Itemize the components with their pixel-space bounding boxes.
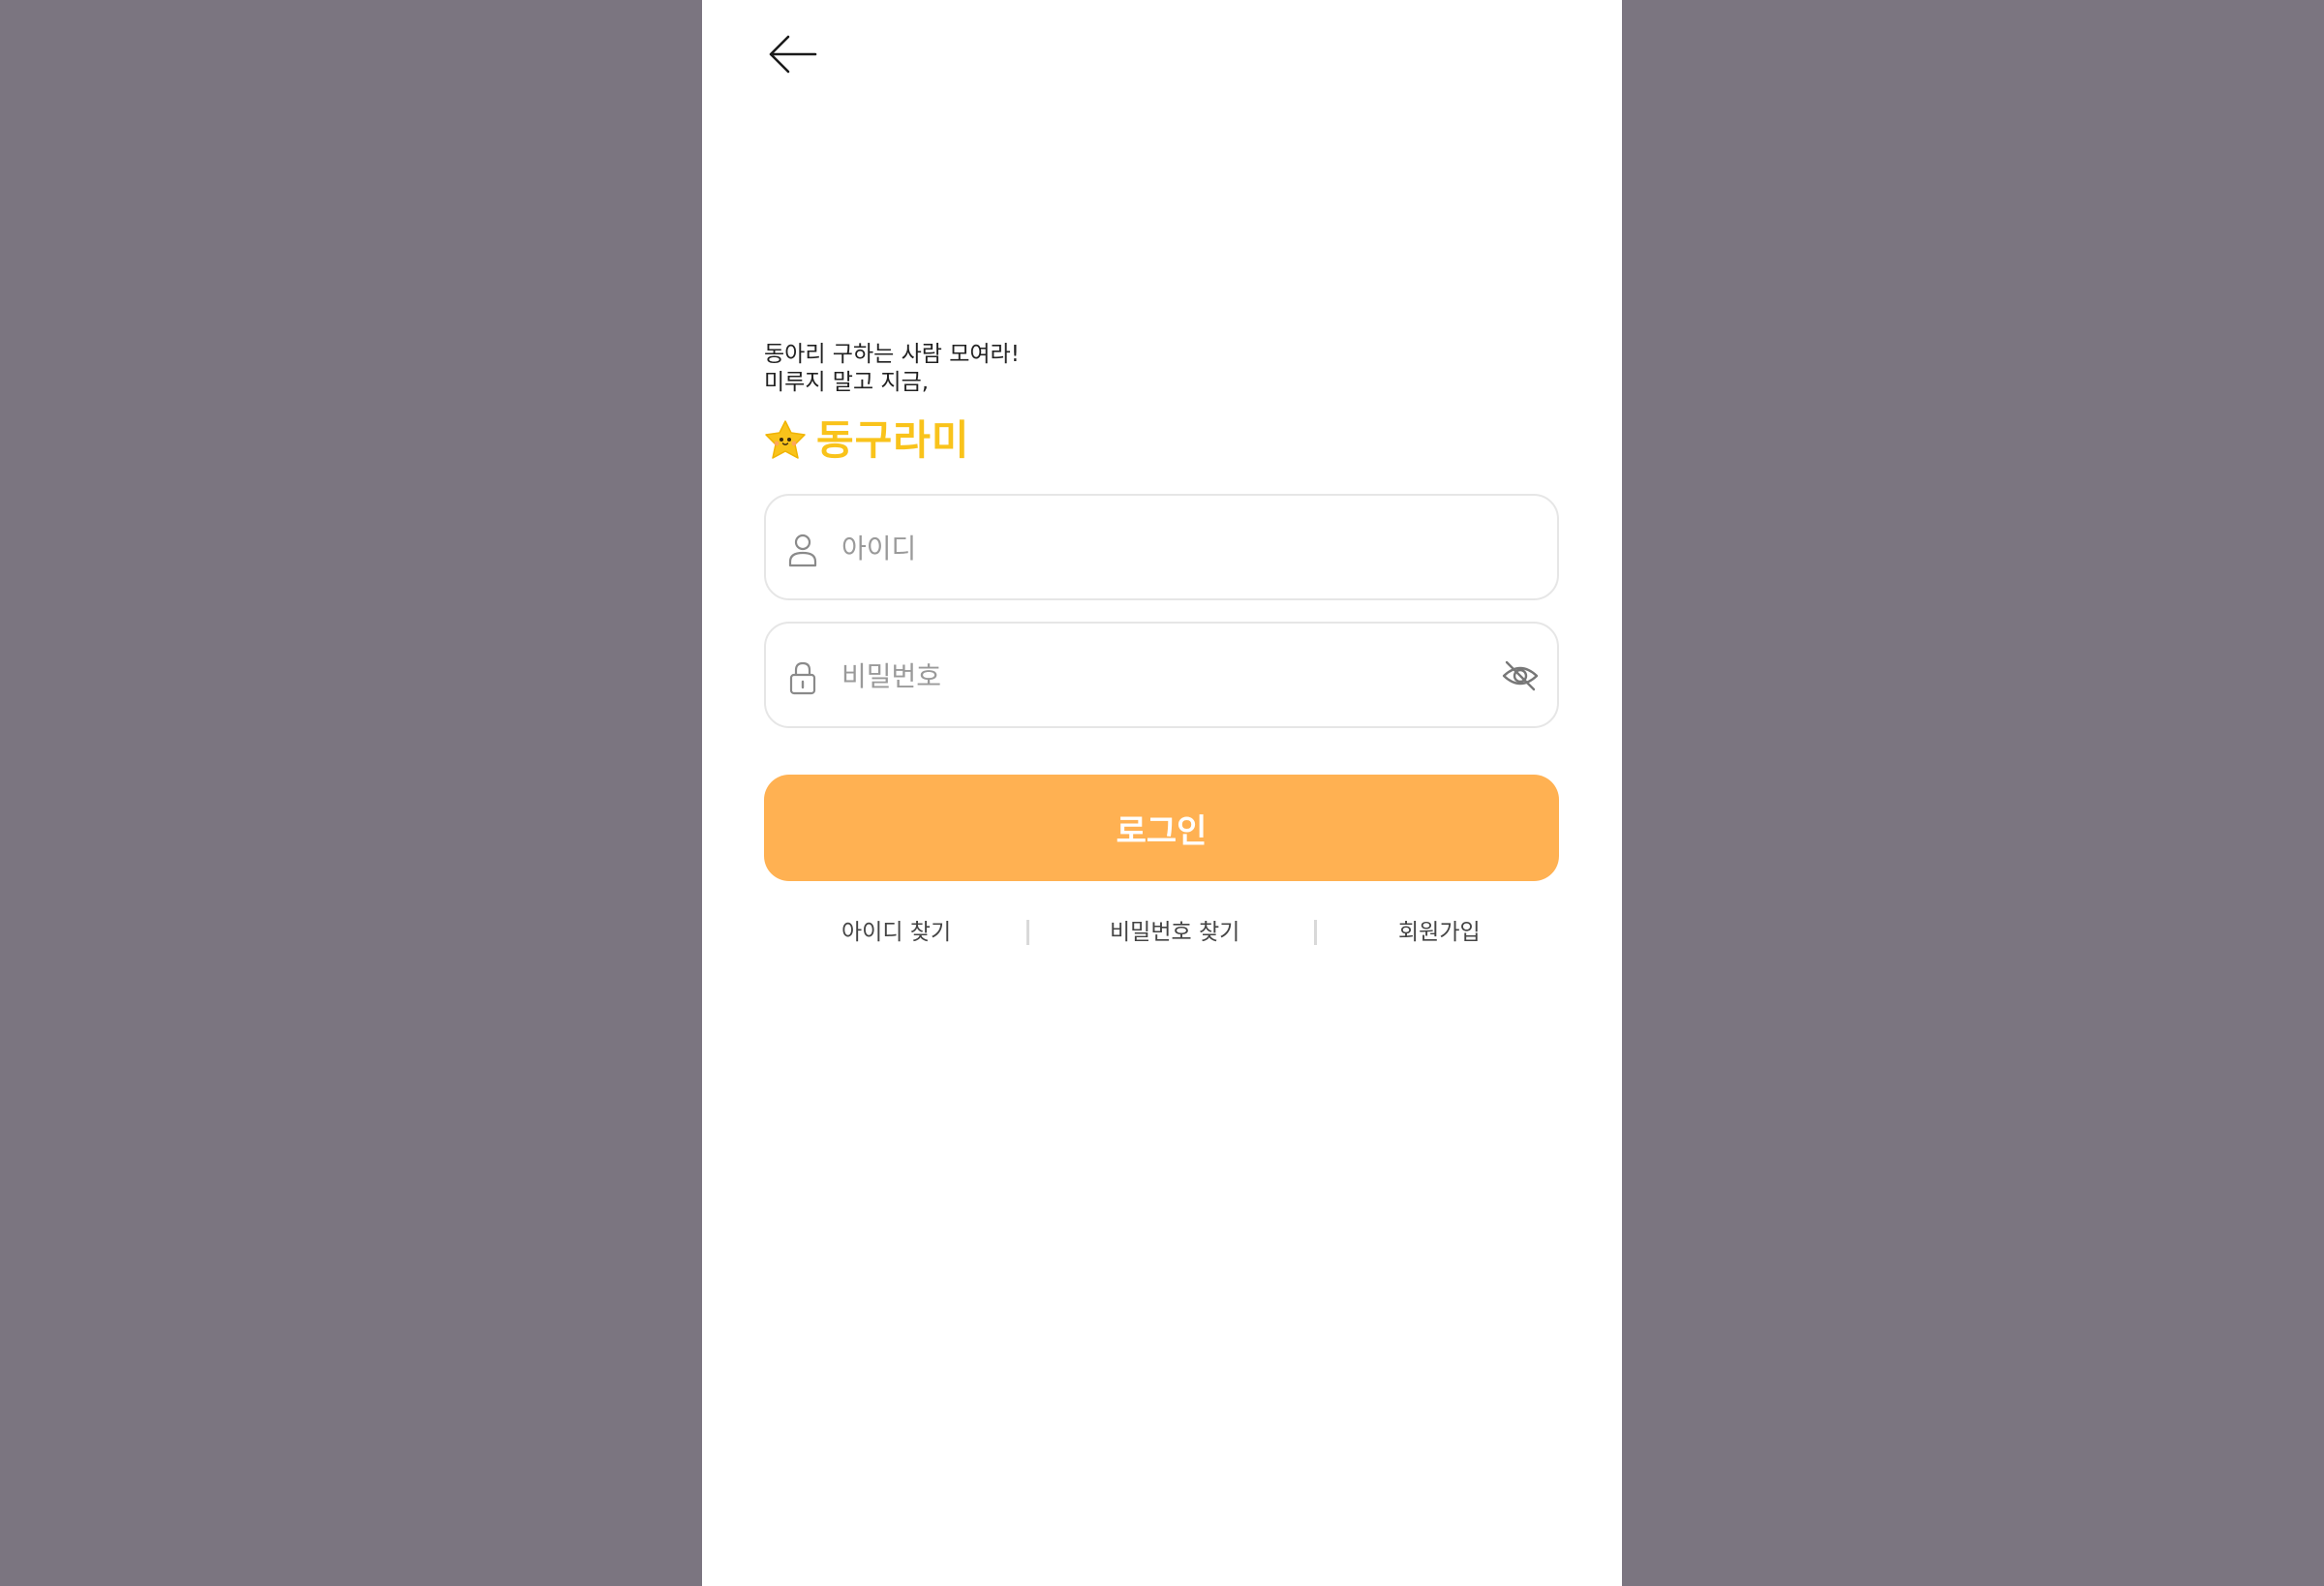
arrow-left-icon (769, 35, 817, 74)
link-divider (1314, 920, 1317, 945)
signup-link[interactable]: 회원가입 (1398, 916, 1481, 949)
find-password-link[interactable]: 비밀번호 찾기 (1110, 916, 1239, 949)
eye-off-icon (1502, 660, 1539, 691)
user-icon (788, 534, 817, 567)
lock-icon (789, 661, 816, 695)
password-input[interactable] (841, 643, 1461, 709)
star-mascot-icon (765, 420, 806, 459)
login-button[interactable]: 로그인 (764, 775, 1559, 881)
find-id-link[interactable]: 아이디 찾기 (841, 916, 951, 949)
account-links: 아이디 찾기 비밀번호 찾기 회원가입 (764, 916, 1559, 949)
link-divider (1026, 920, 1029, 945)
intro-line-2: 미루지 말고 지금, (764, 370, 930, 395)
password-field[interactable] (764, 622, 1559, 728)
id-field[interactable] (764, 494, 1559, 600)
intro-text: 동아리 구하는 사람 모여라! 미루지 말고 지금, (764, 341, 1020, 397)
brand-logo: 동구라미 (762, 416, 970, 465)
app-screen: 동아리 구하는 사람 모여라! 미루지 말고 지금, 동구라미 아이디 로그인 … (702, 0, 1622, 1586)
password-visibility-toggle[interactable] (1501, 658, 1540, 693)
back-button[interactable] (765, 29, 823, 79)
brand-name: 동구라미 (816, 416, 970, 464)
id-input[interactable] (841, 515, 1461, 581)
intro-line-1: 동아리 구하는 사람 모여라! (764, 342, 1020, 367)
